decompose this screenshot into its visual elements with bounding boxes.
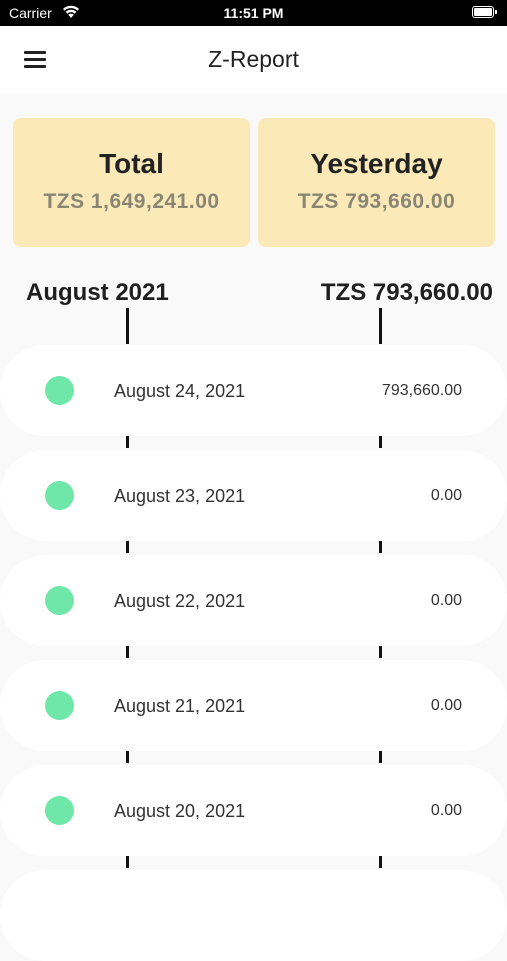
timeline-line xyxy=(379,436,382,448)
timeline-line xyxy=(379,541,382,553)
app-bar: Z-Report xyxy=(0,26,507,94)
day-amount: 0.00 xyxy=(430,802,462,819)
day-date: August 23, 2021 xyxy=(114,486,246,506)
timeline-line xyxy=(126,308,129,344)
day-row[interactable]: August 22, 2021 0.00 xyxy=(0,555,507,646)
day-row[interactable]: August 24, 2021 793,660.00 xyxy=(0,345,507,436)
day-row[interactable] xyxy=(0,870,507,961)
status-dot-icon xyxy=(45,691,74,720)
month-label: August 2021 xyxy=(26,279,169,306)
day-date: August 20, 2021 xyxy=(114,801,246,821)
day-date: August 22, 2021 xyxy=(114,591,246,611)
total-amount: TZS 1,649,241.00 xyxy=(43,190,220,213)
day-amount: 0.00 xyxy=(430,487,462,504)
total-card: Total TZS 1,649,241.00 xyxy=(13,118,250,247)
timeline-line xyxy=(379,751,382,763)
day-row[interactable]: August 20, 2021 0.00 xyxy=(0,765,507,856)
timeline-line xyxy=(126,856,129,868)
page-title: Z-Report xyxy=(208,46,299,72)
timeline-line xyxy=(379,646,382,658)
month-total: TZS 793,660.00 xyxy=(320,279,493,306)
timeline-line xyxy=(126,541,129,553)
timeline-line xyxy=(379,308,382,344)
clock-time: 11:51 PM xyxy=(223,5,284,21)
status-dot-icon xyxy=(45,796,74,825)
timeline-line xyxy=(126,646,129,658)
timeline-line xyxy=(126,751,129,763)
day-amount: 793,660.00 xyxy=(381,382,462,399)
yesterday-label: Yesterday xyxy=(310,148,443,179)
status-bar: Carrier 11:51 PM xyxy=(0,0,507,26)
status-dot-icon xyxy=(45,586,74,615)
timeline-line xyxy=(379,856,382,868)
day-row[interactable]: August 21, 2021 0.00 xyxy=(0,660,507,751)
day-amount: 0.00 xyxy=(430,592,462,609)
day-date: August 21, 2021 xyxy=(114,696,246,716)
status-dot-icon xyxy=(45,481,74,510)
battery-icon xyxy=(472,6,498,18)
day-date: August 24, 2021 xyxy=(114,381,246,401)
day-row[interactable]: August 23, 2021 0.00 xyxy=(0,450,507,541)
yesterday-card: Yesterday TZS 793,660.00 xyxy=(258,118,495,247)
status-dot-icon xyxy=(45,376,74,405)
day-amount: 0.00 xyxy=(430,697,462,714)
timeline-line xyxy=(126,436,129,448)
total-label: Total xyxy=(99,148,164,179)
yesterday-amount: TZS 793,660.00 xyxy=(297,190,456,213)
